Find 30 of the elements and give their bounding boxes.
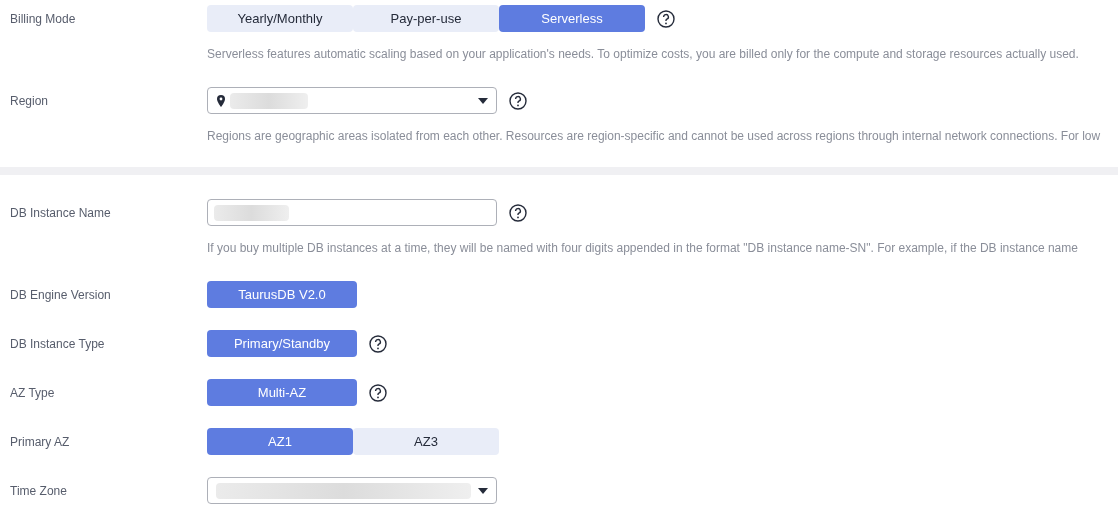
caret-icon — [478, 487, 488, 494]
help-icon[interactable] — [369, 383, 387, 402]
help-icon[interactable] — [657, 9, 675, 28]
option-button[interactable]: Primary/Standby — [207, 330, 357, 357]
field-label: DB Instance Name — [9, 204, 112, 222]
option-button[interactable]: AZ1 — [207, 428, 353, 455]
select-field[interactable] — [207, 477, 497, 504]
field-label: Primary AZ — [9, 433, 71, 451]
option-button[interactable]: Pay-per-use — [353, 5, 499, 32]
option-button[interactable]: TaurusDB V2.0 — [207, 281, 357, 308]
help-icon[interactable] — [509, 203, 527, 222]
option-button[interactable]: Serverless — [499, 5, 645, 32]
field-label: Billing Mode — [9, 10, 77, 28]
input-field[interactable] — [207, 199, 497, 226]
hint-text: If you buy multiple DB instances at a time, they will be named with four digits appended in the format "DB instance name-SN". For example, if the DB instance name — [207, 241, 1078, 255]
hint-text: Serverless features automatic scaling based on your application's needs. To optimize costs, you are billed only for the compute and storage resources actually used. — [207, 47, 1079, 61]
help-icon[interactable] — [509, 91, 527, 110]
caret-icon — [478, 97, 488, 104]
option-button[interactable]: Multi-AZ — [207, 379, 357, 406]
select-field[interactable] — [207, 87, 497, 114]
hint-text: Regions are geographic areas isolated from each other. Resources are region-specific and cannot be used across regions through internal network connections. For low — [207, 129, 1101, 143]
option-button[interactable]: Yearly/Monthly — [207, 5, 353, 32]
option-button[interactable]: AZ3 — [353, 428, 499, 455]
field-label: Time Zone — [9, 482, 68, 500]
help-icon[interactable] — [369, 334, 387, 353]
field-label: Region — [9, 92, 50, 110]
field-label: DB Engine Version — [9, 286, 112, 304]
field-label: AZ Type — [9, 384, 56, 402]
field-label: DB Instance Type — [9, 335, 106, 353]
location-pin-icon — [216, 94, 226, 107]
